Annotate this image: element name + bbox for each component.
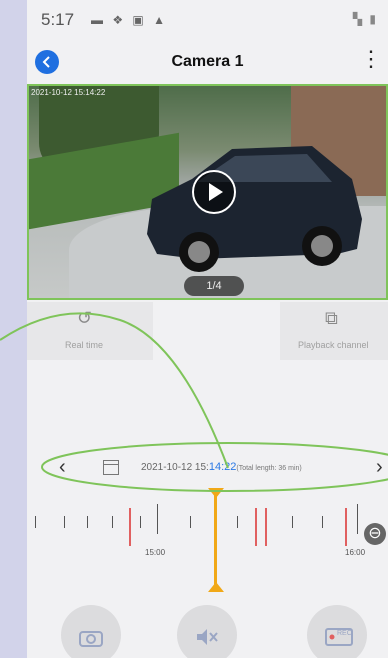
- playback-date: 2021-10-12 15:: [141, 462, 209, 473]
- timeline-cursor[interactable]: [214, 492, 217, 588]
- tick: [322, 516, 323, 528]
- speaker-mute-icon: [197, 629, 218, 645]
- recording-segment: [255, 508, 257, 546]
- signal-battery-icons: ▚ ▮: [352, 12, 378, 26]
- chevron-right-icon[interactable]: ›: [376, 456, 383, 479]
- tick: [87, 516, 88, 528]
- playback-channel-icon: ⧉: [325, 308, 338, 328]
- camera-icon: [79, 631, 103, 647]
- tick: [64, 516, 65, 528]
- playback-channel-button[interactable]: ⧉ Playback channel: [280, 302, 388, 360]
- tick: [292, 516, 293, 528]
- chevron-left-icon[interactable]: ‹: [59, 456, 66, 479]
- tick: [357, 504, 358, 534]
- snapshot-button[interactable]: [61, 605, 121, 658]
- tick: [140, 516, 141, 528]
- video-timestamp: 2021-10-12 15:14:22: [31, 88, 106, 97]
- record-label: REC: [337, 630, 352, 637]
- play-icon[interactable]: [192, 170, 236, 214]
- tick: [157, 504, 158, 534]
- tick: [112, 516, 113, 528]
- app-header: Camera 1 ⋮: [27, 40, 388, 82]
- status-time: 5:17: [41, 10, 75, 29]
- recording-segment: [265, 508, 267, 546]
- zoom-out-icon[interactable]: ⊖: [364, 523, 386, 545]
- cursor-bottom-marker: [208, 582, 224, 592]
- recording-segment: [129, 508, 131, 546]
- video-scene-car: [147, 146, 362, 272]
- playback-datetime: 2021-10-12 15:14:22(Total length: 36 min…: [141, 461, 302, 473]
- status-bar: 5:17 ▬ ❖ ▣ ▲ ▚ ▮: [27, 0, 388, 40]
- playback-timeline[interactable]: 15:00 16:00 ⊖: [27, 488, 388, 592]
- timeline-label: 15:00: [145, 548, 166, 557]
- realtime-button[interactable]: ↺ Real time: [27, 302, 153, 360]
- page-indicator: 1/4: [184, 276, 244, 296]
- notification-icons: ▬ ❖ ▣ ▲: [91, 13, 168, 27]
- calendar-icon[interactable]: [103, 460, 119, 475]
- tick: [237, 516, 238, 528]
- playback-date-bar: ‹ 2021-10-12 15:14:22(Total length: 36 m…: [41, 452, 386, 486]
- video-player[interactable]: 2021-10-12 15:14:22 1/4: [27, 84, 388, 300]
- recording-segment: [345, 508, 347, 546]
- realtime-icon: ↺: [77, 308, 93, 328]
- timeline-label: 16:00: [345, 548, 366, 557]
- more-vertical-icon[interactable]: ⋮: [360, 48, 382, 70]
- tick: [35, 516, 36, 528]
- total-length: (Total length: 36 min): [236, 465, 302, 472]
- realtime-label: Real time: [65, 340, 104, 350]
- playback-time-highlight: 14:22: [208, 461, 237, 473]
- tick: [190, 516, 191, 528]
- phone-screen: 5:17 ▬ ❖ ▣ ▲ ▚ ▮ Camera 1 ⋮ 2021-10-12 1…: [27, 0, 388, 658]
- cursor-top-marker: [208, 488, 224, 498]
- record-button[interactable]: REC: [307, 605, 367, 658]
- mute-button[interactable]: [177, 605, 237, 658]
- playback-channel-label: Playback channel: [298, 340, 369, 350]
- page-title: Camera 1: [171, 53, 244, 70]
